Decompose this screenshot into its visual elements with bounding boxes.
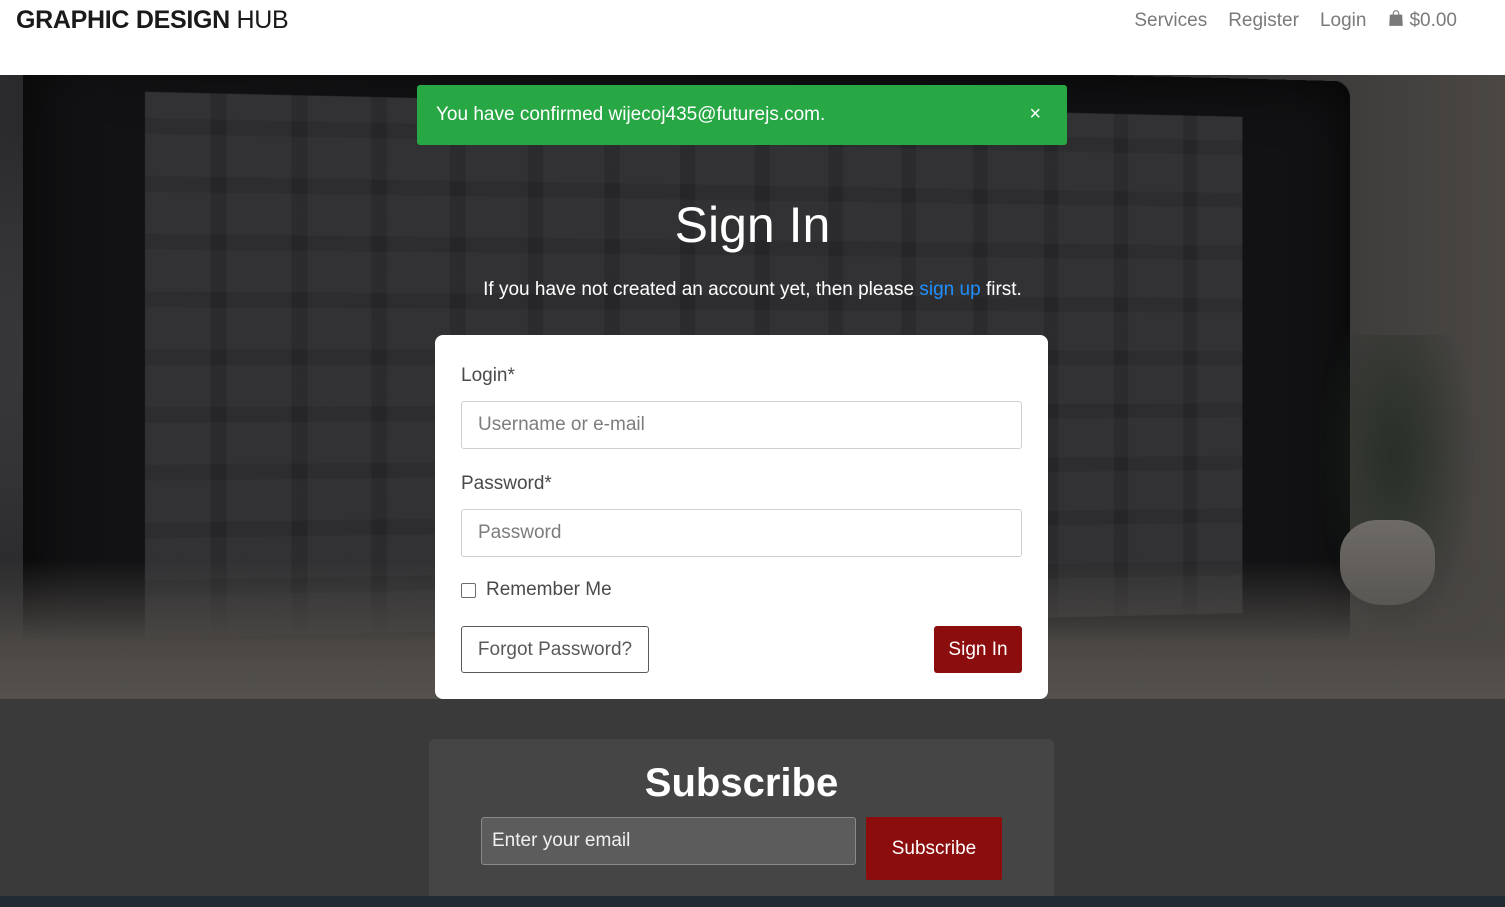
bottom-strip	[0, 896, 1505, 907]
close-icon[interactable]: ×	[1029, 104, 1041, 124]
forgot-password-button[interactable]: Forgot Password?	[461, 626, 649, 673]
subscribe-button[interactable]: Subscribe	[866, 817, 1002, 880]
cart-link[interactable]: $0.00	[1387, 9, 1457, 33]
remember-me[interactable]: Remember Me	[461, 579, 612, 601]
page-title: Sign In	[674, 197, 831, 253]
brand-name-light: HUB	[236, 6, 289, 34]
subscribe-email-input[interactable]	[481, 817, 856, 865]
brand-name-bold: GRAPHIC DESIGN	[16, 6, 230, 34]
subtitle-text-pre: If you have not created an account yet, …	[483, 279, 920, 300]
nav-register-link[interactable]: Register	[1228, 10, 1299, 32]
login-label: Login*	[461, 365, 515, 386]
subscribe-title: Subscribe	[644, 761, 839, 805]
sign-up-link[interactable]: sign up	[919, 279, 980, 300]
password-input[interactable]	[461, 509, 1022, 557]
subscribe-section: Subscribe Subscribe	[429, 739, 1054, 907]
subtitle-text-post: first.	[980, 279, 1022, 300]
shopping-bag-icon	[1387, 9, 1405, 33]
brand-logo[interactable]: GRAPHIC DESIGN HUB	[16, 6, 289, 35]
cart-total: $0.00	[1409, 10, 1457, 31]
remember-me-checkbox[interactable]	[461, 582, 476, 598]
navbar: GRAPHIC DESIGN HUB Services Register Log…	[0, 0, 1505, 75]
password-label: Password*	[461, 473, 552, 494]
remember-me-label: Remember Me	[486, 579, 612, 600]
login-input[interactable]	[461, 401, 1022, 449]
nav-services-link[interactable]: Services	[1134, 10, 1207, 32]
pot-image	[1340, 520, 1435, 605]
success-alert: You have confirmed wijecoj435@futurejs.c…	[417, 85, 1067, 145]
signin-subtitle: If you have not created an account yet, …	[0, 279, 1505, 301]
signin-card: Login* Password* Remember Me Forgot Pass…	[435, 335, 1048, 699]
alert-message: You have confirmed wijecoj435@futurejs.c…	[436, 104, 826, 125]
nav-login-link[interactable]: Login	[1320, 10, 1367, 32]
sign-in-button[interactable]: Sign In	[934, 626, 1022, 673]
nav-links: Services Register Login $0.00	[1134, 9, 1457, 33]
